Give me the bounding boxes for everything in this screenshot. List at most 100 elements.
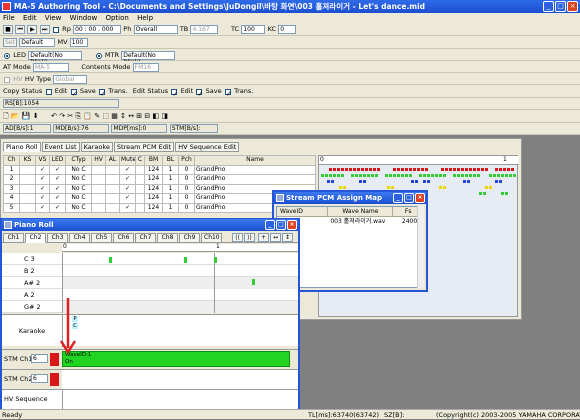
table-cell[interactable]: ✓ xyxy=(35,164,50,175)
channel-tab-2[interactable]: Ch2 xyxy=(25,233,46,243)
zoom-h-icon[interactable]: ↔ xyxy=(270,233,281,242)
table-cell[interactable] xyxy=(105,174,120,185)
channel-tab-5[interactable]: Ch5 xyxy=(91,233,112,243)
stm-ch1-block[interactable]: WaveID:1 On xyxy=(62,351,290,367)
column-header[interactable]: CTyp xyxy=(65,155,92,166)
stream-pcm-close-icon[interactable]: × xyxy=(415,193,425,203)
column-header[interactable]: Mute xyxy=(119,155,136,166)
ph-select[interactable]: Overall xyxy=(133,25,178,34)
wave-id-header[interactable]: WaveID xyxy=(277,207,329,216)
column-header[interactable]: Pch xyxy=(178,155,195,166)
play-button[interactable]: ▶ xyxy=(27,25,38,34)
piano-roll-maximize-icon[interactable]: □ xyxy=(276,220,286,230)
table-row[interactable]: 5 ✓ ✓ No C ✓ 124 1 0 GrandPno xyxy=(3,202,316,213)
note[interactable] xyxy=(214,257,217,263)
table-cell[interactable]: ✓ xyxy=(119,193,136,204)
status-trans-checkbox[interactable]: ✓ xyxy=(224,88,232,98)
column-header[interactable]: AL xyxy=(105,155,120,166)
status-save-checkbox[interactable]: ✓ xyxy=(196,88,203,98)
next-page-icon[interactable]: ⟩⟩ xyxy=(244,233,255,242)
channel-tab-9[interactable]: Ch9 xyxy=(179,233,200,243)
column-header[interactable]: HV xyxy=(91,155,106,166)
select-icon[interactable]: ⬚ xyxy=(102,112,109,120)
note[interactable] xyxy=(109,257,112,263)
led-radio[interactable] xyxy=(4,52,10,59)
cut-icon[interactable]: ✂ xyxy=(67,112,73,120)
piano-roll-minimize-icon[interactable]: _ xyxy=(265,220,275,230)
tab-stream-pcm-edit[interactable]: Stream PCM Edit xyxy=(113,142,175,152)
menu-file[interactable]: File xyxy=(0,14,18,22)
table-cell[interactable] xyxy=(91,193,106,204)
column-header[interactable]: Name xyxy=(194,155,316,166)
stream-pcm-minimize-icon[interactable]: _ xyxy=(393,193,403,203)
save-file-icon[interactable]: 💾 xyxy=(22,112,31,120)
note[interactable] xyxy=(184,257,187,263)
tool-c-icon[interactable]: ⊞ xyxy=(136,112,142,120)
stm-ch1-select[interactable]: 6 xyxy=(31,354,48,363)
led-select[interactable]: Default(No Blink) xyxy=(28,51,83,66)
column-header[interactable]: Ch xyxy=(3,155,20,166)
kc-select[interactable]: 0 xyxy=(278,25,297,34)
stm-ch2-select[interactable]: 6 xyxy=(31,374,48,383)
table-cell[interactable] xyxy=(91,164,106,175)
table-cell[interactable] xyxy=(105,183,120,194)
table-cell[interactable]: ✓ xyxy=(49,193,66,204)
close-icon[interactable]: × xyxy=(567,1,578,12)
menu-view[interactable]: View xyxy=(42,14,65,22)
table-cell[interactable]: ✓ xyxy=(119,183,136,194)
copy-save-checkbox[interactable]: ✓ xyxy=(70,88,77,98)
wave-name-header[interactable]: Wave Name xyxy=(328,207,394,216)
table-cell[interactable]: ✓ xyxy=(119,174,136,185)
mv-field[interactable]: 100 xyxy=(69,38,88,47)
menu-window[interactable]: Window xyxy=(67,14,101,22)
tool-f-icon[interactable]: ◨ xyxy=(161,112,168,120)
set-button[interactable]: Set xyxy=(3,38,17,47)
maximize-icon[interactable]: □ xyxy=(555,1,566,12)
redo-icon[interactable]: ↷ xyxy=(59,112,65,120)
minimize-icon[interactable]: _ xyxy=(543,1,554,12)
export-icon[interactable]: ⬇ xyxy=(33,112,39,120)
note[interactable] xyxy=(252,279,255,285)
zoom-in-icon[interactable]: + xyxy=(258,233,269,242)
menu-option[interactable]: Option xyxy=(102,14,131,22)
table-row[interactable]: 1 ✓ ✓ No C ✓ 124 1 0 GrandPno xyxy=(3,164,316,175)
channel-tab-10[interactable]: Ch10 xyxy=(201,233,222,243)
table-cell[interactable] xyxy=(105,193,120,204)
tab-karaoke[interactable]: Karaoke xyxy=(80,142,113,152)
undo-icon[interactable]: ↶ xyxy=(51,112,57,120)
tool-d-icon[interactable]: ⊟ xyxy=(144,112,150,120)
menu-help[interactable]: Help xyxy=(134,14,156,22)
table-row[interactable]: 4 ✓ ✓ No C ✓ 124 1 0 GrandPno xyxy=(3,193,316,204)
zoom-v-icon[interactable]: ↕ xyxy=(282,233,293,242)
copy-edit-checkbox[interactable] xyxy=(45,88,52,95)
piano-roll-close-icon[interactable]: × xyxy=(287,220,297,230)
table-cell[interactable] xyxy=(91,174,106,185)
copy-icon[interactable]: ⎘ xyxy=(75,112,81,120)
column-header[interactable]: C xyxy=(135,155,145,166)
tool-e-icon[interactable]: ◧ xyxy=(153,112,160,120)
pencil-icon[interactable]: ✎ xyxy=(94,112,100,120)
open-file-icon[interactable]: 📂 xyxy=(11,112,20,120)
set-select[interactable]: Default xyxy=(19,38,56,47)
channel-tab-4[interactable]: Ch4 xyxy=(69,233,90,243)
table-row[interactable]: 3 ✓ ✓ No C ✓ 124 1 0 GrandPno xyxy=(3,183,316,194)
table-cell[interactable]: ✓ xyxy=(35,202,50,213)
stop-button[interactable]: ■ xyxy=(3,25,13,34)
paste-icon[interactable]: 📋 xyxy=(83,112,92,120)
channel-tab-1[interactable]: Ch1 xyxy=(3,233,24,243)
table-cell[interactable]: ✓ xyxy=(119,164,136,175)
stream-pcm-scrollbar[interactable] xyxy=(417,206,424,288)
channel-tab-3[interactable]: Ch3 xyxy=(47,233,68,243)
table-cell[interactable]: ✓ xyxy=(35,174,50,185)
table-cell[interactable]: ✓ xyxy=(119,202,136,213)
time-field[interactable]: 00 : 00 . 000 xyxy=(73,25,122,34)
repeat-checkbox[interactable] xyxy=(52,26,59,33)
table-cell[interactable]: ✓ xyxy=(35,193,50,204)
table-cell[interactable] xyxy=(105,164,120,175)
mtr-select[interactable]: Default(No Blink) xyxy=(121,51,176,66)
channel-tab-7[interactable]: Ch7 xyxy=(135,233,156,243)
prev-page-icon[interactable]: ⟨⟨ xyxy=(232,233,243,242)
stream-pcm-maximize-icon[interactable]: □ xyxy=(404,193,414,203)
copy-trans-checkbox[interactable]: ✓ xyxy=(99,88,106,98)
channel-tab-6[interactable]: Ch6 xyxy=(113,233,134,243)
